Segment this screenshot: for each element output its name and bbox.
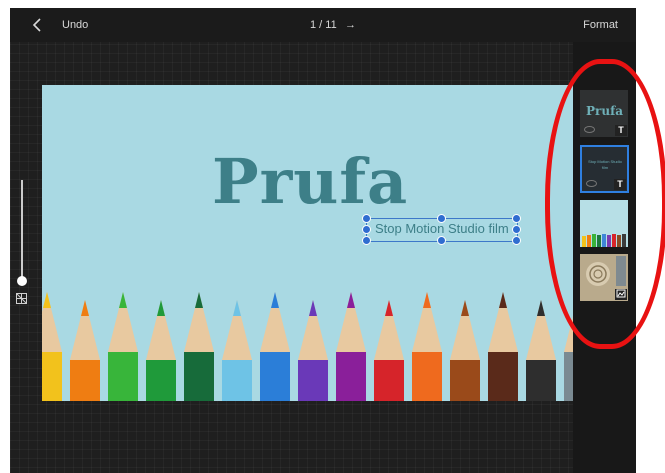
zoom-slider-track[interactable] [21,180,23,280]
pencil-body [336,352,366,401]
grid-icon[interactable] [16,291,27,309]
eye-icon [584,126,595,133]
pencil-body [108,352,138,401]
pencil-body [42,352,62,401]
pencil-tip [271,292,279,308]
pencil-tip [385,300,393,316]
pencil-body [222,360,252,401]
resize-handle-right[interactable] [512,225,521,234]
thumbnail-title: Stop Motion Studio film [588,159,622,170]
eye-icon [586,180,597,187]
resize-handle-top[interactable] [437,214,446,223]
slide-thumbnail-4[interactable] [580,254,628,301]
slide-canvas[interactable]: Prufa Stop Motion Studio film [42,85,604,401]
resize-handle-bottom-right[interactable] [512,236,521,245]
thumbnail-title: Prufa [586,104,624,118]
pencil-tip [157,300,165,316]
app-window: Undo 1 / 11 → Format Prufa Stop Motion S… [10,8,636,473]
slide-thumbnail-2-selected[interactable]: Stop Motion Studio film T [580,145,629,193]
next-page-button[interactable]: → [345,8,356,42]
pencil-tip [537,300,545,316]
pencil-body [70,360,100,401]
back-button[interactable] [28,8,48,42]
slide-title[interactable]: Prufa [212,145,408,218]
pencil-tip [119,292,127,308]
resize-handle-top-right[interactable] [512,214,521,223]
pencil-tip [309,300,317,316]
pencils-image[interactable] [42,290,604,401]
pencil-tip [43,292,51,308]
pencil-body [184,352,214,401]
slides-panel: Prufa T Stop Motion Studio film T [573,42,636,473]
pencil-tip [81,300,89,316]
text-badge-icon: T [615,125,627,136]
text-badge-icon: T [614,179,626,190]
selected-text-box[interactable]: Stop Motion Studio film [362,214,521,245]
zoom-slider-thumb[interactable] [17,276,27,286]
pencil-tip [423,292,431,308]
pencil-body [526,360,556,401]
resize-handle-bottom[interactable] [437,236,446,245]
pencil-body [412,352,442,401]
pencil-body [488,352,518,401]
undo-button[interactable]: Undo [62,8,88,42]
resize-handle-top-left[interactable] [362,214,371,223]
pencil-body [298,360,328,401]
top-toolbar: Undo 1 / 11 → Format [10,8,636,42]
pencil-body [450,360,480,401]
slide-thumbnail-3[interactable] [580,200,628,247]
pencil-tip [499,292,507,308]
resize-handle-bottom-left[interactable] [362,236,371,245]
arrow-right-icon: → [345,19,356,31]
pencil-tip [461,300,469,316]
chevron-left-icon [32,18,41,32]
resize-handle-left[interactable] [362,225,371,234]
pencil-body [260,352,290,401]
pencil-body [374,360,404,401]
pencil-body [146,360,176,401]
page-indicator: 1 / 11 [310,19,337,31]
format-button[interactable]: Format [583,8,618,42]
pencil-tip [347,292,355,308]
image-icon [615,289,627,300]
selected-text[interactable]: Stop Motion Studio film [375,221,517,236]
pencil-tip [233,300,241,316]
pencils-thumbnail-image [580,200,628,247]
pencil-tip [195,292,203,308]
slide-thumbnail-1[interactable]: Prufa T [580,90,628,137]
